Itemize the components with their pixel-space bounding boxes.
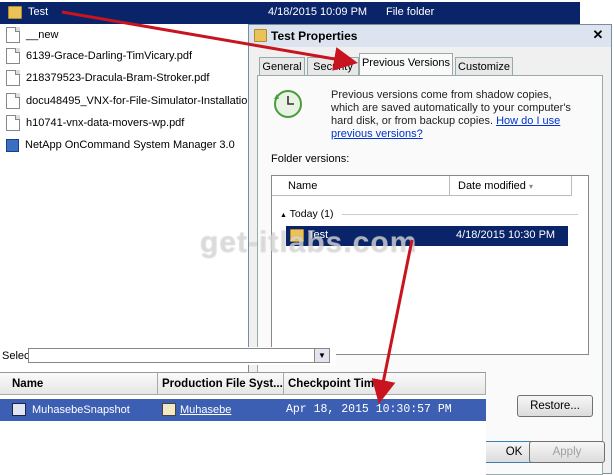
group-header[interactable]: ▲ Today (1) [280, 208, 333, 220]
column-date-modified[interactable]: Date modified ▾ [450, 176, 572, 196]
column-name[interactable]: Name [272, 176, 450, 196]
tab-previous-versions[interactable]: Previous Versions [359, 53, 453, 76]
column-production-file-system[interactable]: Production File Syst... [158, 373, 284, 395]
clock-restore-icon [274, 90, 302, 118]
close-icon[interactable]: ✕ [591, 28, 605, 42]
version-date: 4/18/2015 10:30 PM [456, 229, 556, 241]
dialog-title: Test Properties [271, 29, 358, 43]
file-name: NetApp OnCommand System Manager 3.0 [25, 139, 235, 151]
file-name: docu48495_VNX-for-File-Simulator-Install… [26, 95, 257, 107]
list-item[interactable]: NetApp OnCommand System Manager 3.0 [6, 135, 235, 155]
checkpoint-grid: Name Production File Syst... Checkpoint … [0, 372, 486, 475]
chevron-down-icon[interactable]: ▼ [314, 349, 329, 362]
restore-button[interactable]: Restore... [517, 395, 593, 417]
checkpoint-name: MuhasebeSnapshot [32, 404, 130, 416]
file-name: 6139-Grace-Darling-TimVicary.pdf [26, 50, 193, 62]
type-select[interactable]: ▼ [28, 348, 330, 363]
pdf-icon [6, 93, 20, 109]
tab-customize[interactable]: Customize [455, 57, 513, 75]
file-list: Test 4/18/2015 10:09 PM File folder __ne… [0, 0, 580, 340]
version-row[interactable]: Test 4/18/2015 10:30 PM [286, 226, 568, 246]
versions-list[interactable]: Name Date modified ▾ ▲ Today (1) Test 4/… [271, 175, 589, 355]
table-row[interactable]: MuhasebeSnapshot Muhasebe Apr 18, 2015 1… [0, 399, 486, 421]
list-item[interactable]: 6139-Grace-Darling-TimVicary.pdf [6, 46, 192, 66]
collapse-icon[interactable]: ▲ [280, 212, 287, 219]
file-icon [6, 27, 20, 43]
file-type: File folder [386, 6, 435, 18]
file-name: Test [28, 6, 49, 18]
folder-icon [290, 229, 304, 242]
snapshot-icon [12, 403, 26, 416]
dialog-titlebar[interactable]: Test Properties ✕ [249, 25, 611, 47]
pdf-icon [6, 115, 20, 131]
column-date-label: Date modified [458, 180, 526, 192]
apply-button[interactable]: Apply [529, 441, 605, 463]
list-item[interactable]: docu48495_VNX-for-File-Simulator-Install… [6, 91, 257, 111]
selected-file-row[interactable]: Test 4/18/2015 10:09 PM File folder [0, 2, 580, 24]
version-name: Test [308, 229, 329, 241]
filesystem-icon [162, 403, 176, 416]
file-name: h10741-vnx-data-movers-wp.pdf [26, 117, 185, 129]
file-name: 218379523-Dracula-Bram-Stroker.pdf [26, 72, 210, 84]
filesystem-link[interactable]: Muhasebe [180, 399, 231, 421]
group-label: Today (1) [289, 208, 334, 220]
sort-icon: ▾ [528, 182, 533, 191]
folder-icon [8, 6, 22, 19]
list-item[interactable]: h10741-vnx-data-movers-wp.pdf [6, 113, 184, 133]
description-text: Previous versions come from shadow copie… [331, 89, 581, 141]
folder-versions-label: Folder versions: [271, 153, 350, 165]
list-item[interactable]: 218379523-Dracula-Bram-Stroker.pdf [6, 68, 209, 88]
group-divider [342, 214, 578, 215]
tab-general[interactable]: General [259, 57, 305, 75]
pdf-icon [6, 70, 20, 86]
checkpoint-time: Apr 18, 2015 10:30:57 PM [286, 403, 452, 416]
column-name[interactable]: Name [0, 373, 158, 395]
tab-security[interactable]: Security [307, 57, 359, 75]
list-item[interactable]: __new [6, 25, 58, 45]
column-checkpoint-time[interactable]: Checkpoint Time [284, 373, 486, 395]
pdf-icon [6, 48, 20, 64]
shortcut-icon [6, 138, 19, 152]
file-date: 4/18/2015 10:09 PM [268, 6, 368, 18]
file-name: __new [26, 29, 59, 41]
folder-icon [254, 29, 267, 42]
